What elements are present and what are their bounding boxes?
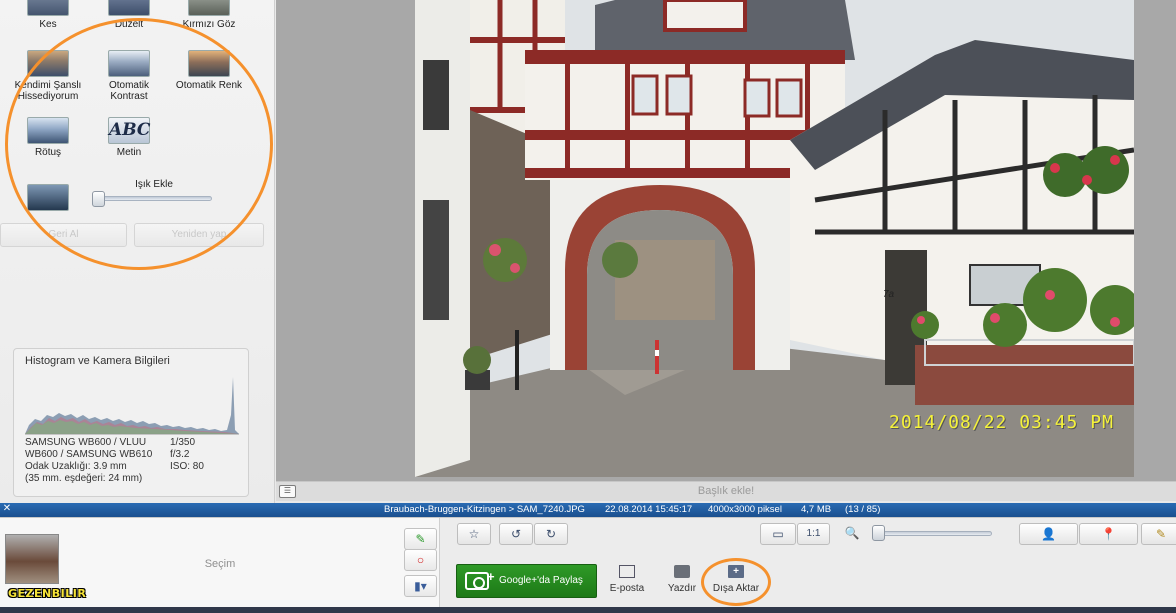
fill-light-label: Işık Ekle	[135, 179, 173, 190]
feeling-lucky-label: Kendimi Şanslı Hissediyorum	[14, 80, 82, 102]
email-label: E-posta	[609, 583, 645, 594]
file-size: 4,7 MB	[801, 504, 832, 515]
straighten-thumbnail	[108, 0, 150, 16]
google-plus-share-button[interactable]: + Google+'da Paylaş	[456, 564, 597, 598]
retouch-label: Rötuş	[34, 147, 62, 158]
zoom-slider-handle[interactable]	[872, 525, 885, 541]
album-dropdown-icon[interactable]: ▮▾	[404, 575, 437, 597]
printer-icon	[674, 565, 690, 578]
taskbar	[0, 607, 1176, 613]
tag-icon: ✎	[1155, 527, 1167, 541]
camera-model-line2: WB600 / SAMSUNG WB610	[25, 449, 153, 460]
clear-selection-icon[interactable]: ○	[404, 549, 437, 571]
plus-icon: +	[487, 569, 495, 584]
retouch-tool[interactable]: Rötuş	[8, 117, 88, 158]
photo-scene	[415, 0, 1134, 477]
red-eye-thumbnail	[188, 0, 230, 16]
auto-contrast-tool[interactable]: Otomatik Kontrast	[89, 50, 169, 102]
watermark-logo: GEZENBILIR	[8, 587, 87, 600]
close-icon[interactable]: ✕	[1, 503, 13, 515]
photo-tray: Seçim ✎ ○ ▮▾ GEZENBILIR	[0, 518, 440, 608]
focal-length: Odak Uzaklığı: 3.9 mm	[25, 461, 127, 472]
crop-label: Kes	[39, 19, 57, 30]
rotate-right-icon: ↻	[545, 527, 557, 541]
house-number: 7a	[883, 289, 895, 300]
bottom-bar: Seçim ✎ ○ ▮▾ GEZENBILIR ☆ ↺ ↻ ▭ 1:1 🔍 👤 …	[0, 517, 1176, 608]
file-path: Braubach-Bruggen-Kitzingen > SAM_7240.JP…	[384, 504, 585, 515]
tag-button[interactable]: ✎	[1141, 523, 1176, 545]
camera-icon	[465, 572, 489, 590]
star-button[interactable]: ☆	[457, 523, 491, 545]
print-label: Yazdır	[667, 583, 697, 594]
caption-bar: ☰ Başlık ekle!	[276, 481, 1176, 501]
text-thumbnail: ABC	[108, 117, 150, 144]
fill-light-slider-handle[interactable]	[92, 191, 105, 207]
share-label: Google+'da Paylaş	[499, 575, 583, 586]
fill-light-tool[interactable]	[8, 184, 88, 214]
zoom-icon: 🔍	[844, 526, 860, 540]
auto-color-tool[interactable]: Otomatik Renk	[169, 50, 249, 91]
fill-light-slider-track[interactable]	[96, 196, 212, 201]
photo-viewer: 2014/08/22 03:45 PM 7a	[276, 0, 1176, 481]
redo-button[interactable]: Yeniden yap	[134, 223, 264, 247]
file-dimensions: 4000x3000 piksel	[708, 504, 782, 515]
text-tool[interactable]: ABC Metin	[89, 117, 169, 158]
focal-equivalent: (35 mm. eşdeğeri: 24 mm)	[25, 473, 143, 484]
file-index: (13 / 85)	[845, 504, 881, 515]
straighten-label: Düzelt	[114, 19, 144, 30]
feeling-lucky-tool[interactable]: Kendimi Şanslı Hissediyorum	[8, 50, 88, 102]
rotate-right-button[interactable]: ↻	[534, 523, 568, 545]
zoom-slider-track[interactable]	[872, 531, 992, 536]
location-button[interactable]: 📍	[1079, 523, 1138, 545]
aperture: f/3.2	[170, 449, 190, 460]
rotate-left-button[interactable]: ↺	[499, 523, 533, 545]
iso: ISO: 80	[170, 461, 204, 472]
retouch-thumbnail	[27, 117, 69, 144]
auto-color-label: Otomatik Renk	[175, 80, 243, 91]
shutter-speed: 1/350	[170, 437, 196, 448]
rotate-left-icon: ↺	[510, 527, 522, 541]
person-icon: 👤	[1041, 527, 1056, 541]
print-button[interactable]: Yazdır	[657, 565, 707, 594]
auto-contrast-thumbnail	[108, 50, 150, 77]
undo-button[interactable]: Geri Al	[0, 223, 127, 247]
histogram-graph	[25, 377, 239, 435]
auto-contrast-label: Otomatik Kontrast	[108, 80, 149, 102]
export-label: Dışa Aktar	[712, 583, 760, 594]
envelope-icon	[619, 565, 635, 578]
fit-screen-button[interactable]: ▭	[760, 523, 796, 545]
tray-label: Seçim	[204, 558, 236, 570]
date-stamp: 2014/08/22 03:45 PM	[889, 412, 1114, 433]
pin-icon[interactable]: ✎	[404, 528, 437, 550]
auto-color-thumbnail	[188, 50, 230, 77]
file-datetime: 22.08.2014 15:45:17	[605, 504, 693, 515]
camera-info: SAMSUNG WB600 / VLUU WB600 / SAMSUNG WB6…	[25, 437, 239, 485]
straighten-tool[interactable]: Düzelt	[89, 0, 169, 30]
actual-size-button[interactable]: 1:1	[797, 523, 830, 545]
people-button[interactable]: 👤	[1019, 523, 1078, 545]
red-eye-tool[interactable]: Kırmızı Göz	[169, 0, 249, 30]
red-eye-label: Kırmızı Göz	[182, 19, 236, 30]
export-button[interactable]: + Dışa Aktar	[711, 565, 761, 594]
crop-thumbnail	[27, 0, 69, 16]
caption-input[interactable]: Başlık ekle!	[276, 485, 1176, 497]
star-icon: ☆	[468, 527, 480, 541]
info-bar: ✕ Braubach-Bruggen-Kitzingen > SAM_7240.…	[0, 503, 1176, 517]
edit-panel: Kes Düzelt Kırmızı Göz Kendimi Şanslı Hi…	[0, 0, 275, 503]
text-label: Metin	[116, 147, 142, 158]
photo[interactable]: 2014/08/22 03:45 PM 7a	[415, 0, 1134, 477]
crop-tool[interactable]: Kes	[8, 0, 88, 30]
selected-photo-thumbnail[interactable]	[5, 534, 59, 584]
histogram-panel: Histogram ve Kamera Bilgileri SAMSUNG WB…	[13, 348, 249, 497]
feeling-lucky-thumbnail	[27, 50, 69, 77]
email-button[interactable]: E-posta	[602, 565, 652, 594]
histogram-title: Histogram ve Kamera Bilgileri	[25, 355, 170, 367]
export-icon: +	[728, 565, 744, 578]
camera-model-line1: SAMSUNG WB600 / VLUU	[25, 437, 147, 448]
fit-screen-icon: ▭	[772, 527, 784, 541]
fill-light-thumbnail	[27, 184, 69, 211]
map-pin-icon: 📍	[1101, 527, 1116, 541]
